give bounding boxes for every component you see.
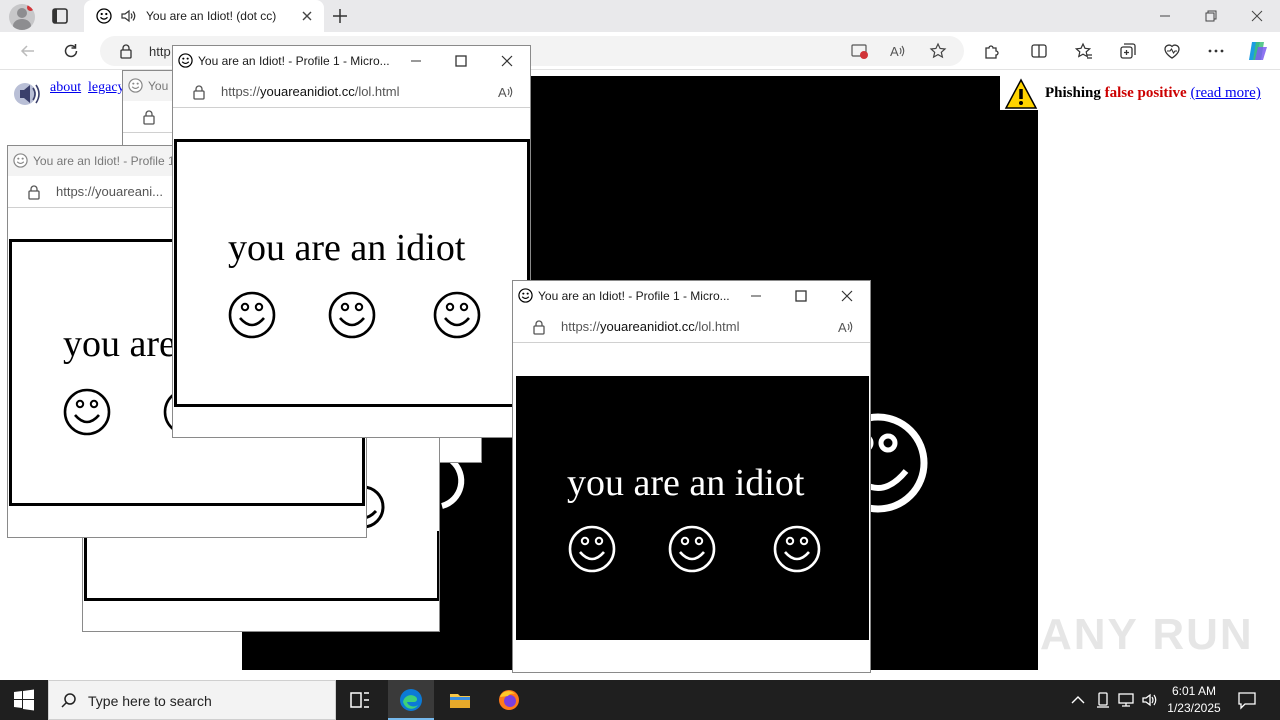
popup-window[interactable]: You are an Idiot! - Profile 1 - Micro...… [172, 45, 531, 438]
speaker-icon[interactable] [120, 8, 137, 24]
read-aloud-icon[interactable]: A [837, 318, 855, 336]
chevron-up-icon[interactable] [1069, 691, 1087, 709]
file-explorer-icon[interactable] [448, 688, 472, 712]
browser-essentials-icon[interactable] [1163, 42, 1181, 60]
close-icon[interactable] [840, 289, 854, 303]
popup-title: You are an Idiot! - Profile 1 [33, 154, 175, 168]
taskbar-search-box[interactable]: Type here to search [48, 680, 336, 720]
popup-title: You are an Idiot! - Profile 1 - Micro... [538, 289, 730, 303]
collections-icon[interactable] [1119, 42, 1137, 60]
clock-date: 1/23/2025 [1167, 701, 1221, 715]
idiot-text: you are [63, 323, 176, 365]
tracking-prevention-icon[interactable] [851, 42, 869, 60]
smiley-favicon-icon [128, 78, 143, 93]
popup-address-bar[interactable]: https://youareanidiot.cc/lol.html A [173, 76, 530, 108]
tab-actions-icon[interactable] [50, 6, 70, 26]
address-text: http [149, 44, 171, 59]
watermark: ANY RUN [1040, 610, 1254, 659]
svg-text:A: A [838, 320, 847, 335]
restore-icon[interactable] [1203, 8, 1219, 24]
plus-icon[interactable] [331, 7, 349, 25]
close-icon[interactable] [500, 54, 514, 68]
popup-titlebar[interactable]: You are an Idiot! - Profile 1 - Micro... [513, 281, 870, 311]
popup-address-bar[interactable]: https://youareanidiot.cc/lol.html A [513, 311, 870, 343]
smiley-icon [668, 525, 716, 573]
popup-url: https://youareanidiot.cc/lol.html [221, 84, 400, 99]
smiley-icon [328, 291, 376, 339]
favorites-icon[interactable] [1075, 42, 1093, 60]
lock-icon [120, 44, 132, 59]
smiley-favicon-icon [13, 153, 28, 168]
search-placeholder: Type here to search [88, 693, 212, 709]
more-icon[interactable] [1207, 42, 1225, 60]
copilot-icon[interactable] [1246, 39, 1270, 63]
minimize-icon[interactable] [1157, 8, 1173, 24]
lock-icon [28, 185, 40, 200]
split-screen-icon[interactable] [1030, 42, 1048, 60]
clock-time: 6:01 AM [1171, 684, 1217, 698]
lock-icon [193, 85, 205, 100]
minimize-icon[interactable] [409, 54, 423, 68]
speaker-icon[interactable] [12, 77, 44, 109]
legacy-link[interactable]: legacy [88, 80, 125, 96]
network-icon[interactable] [1117, 691, 1135, 709]
lock-icon [533, 320, 545, 335]
notification-icon[interactable] [1237, 690, 1257, 710]
svg-text:A: A [498, 85, 507, 100]
popup-idiot-content: you are an idiot [516, 376, 869, 640]
tab-active[interactable]: You are an Idiot! (dot cc) [84, 0, 324, 32]
close-icon[interactable] [1249, 8, 1265, 24]
system-clock[interactable]: 6:01 AM 1/23/2025 [1160, 683, 1228, 717]
task-view-icon[interactable] [348, 688, 372, 712]
lock-icon [143, 110, 155, 125]
popup-title: You [148, 79, 169, 93]
smiley-favicon-icon [178, 53, 193, 68]
tab-strip: You are an Idiot! (dot cc) [0, 0, 1280, 32]
idiot-text: you are an idiot [228, 227, 466, 269]
popup-url: https://youareani... [56, 184, 163, 199]
smiley-icon [433, 291, 481, 339]
maximize-icon[interactable] [794, 289, 808, 303]
warning-icon [1004, 78, 1038, 109]
popup-idiot-content: you are an idiot [174, 139, 530, 407]
extensions-icon[interactable] [983, 42, 1001, 60]
popup-url: https://youareanidiot.cc/lol.html [561, 319, 740, 334]
edge-taskbar-button[interactable] [388, 680, 434, 720]
windows-start-icon[interactable] [13, 689, 35, 711]
svg-text:A: A [890, 44, 899, 59]
search-icon [61, 693, 76, 708]
edge-icon [400, 689, 422, 711]
close-icon[interactable] [300, 9, 314, 23]
smiley-icon [63, 388, 111, 436]
phishing-banner: Phishing false positive (read more) [1000, 76, 1272, 110]
smiley-favicon-icon [96, 8, 112, 24]
taskbar: Type here to search 6:01 AM 1/23/2025 [0, 680, 1280, 720]
phishing-label: Phishing [1045, 85, 1101, 101]
device-icon[interactable] [1094, 691, 1112, 709]
popup-title: You are an Idiot! - Profile 1 - Micro... [198, 54, 390, 68]
smiley-favicon-icon [518, 288, 533, 303]
minimize-icon[interactable] [749, 289, 763, 303]
tab-title: You are an Idiot! (dot cc) [146, 9, 277, 23]
popup-idiot-content [84, 531, 439, 601]
about-link[interactable]: about [50, 80, 81, 96]
read-aloud-icon[interactable]: A [889, 42, 907, 60]
refresh-icon[interactable] [62, 42, 80, 60]
smiley-icon [228, 291, 276, 339]
read-more-link[interactable]: (read more) [1190, 85, 1260, 101]
false-positive-label: false positive [1104, 85, 1187, 101]
back-icon[interactable] [19, 42, 37, 60]
smiley-icon [568, 525, 616, 573]
profile-icon[interactable] [9, 4, 35, 30]
favorite-icon[interactable] [929, 42, 947, 60]
popup-titlebar[interactable]: You are an Idiot! - Profile 1 - Micro... [173, 46, 530, 76]
idiot-text: you are an idiot [567, 462, 805, 504]
smiley-icon [773, 525, 821, 573]
volume-icon[interactable] [1141, 691, 1159, 709]
read-aloud-icon[interactable]: A [497, 83, 515, 101]
firefox-icon[interactable] [497, 688, 521, 712]
popup-window[interactable]: You are an Idiot! - Profile 1 - Micro...… [512, 280, 871, 673]
maximize-icon[interactable] [454, 54, 468, 68]
